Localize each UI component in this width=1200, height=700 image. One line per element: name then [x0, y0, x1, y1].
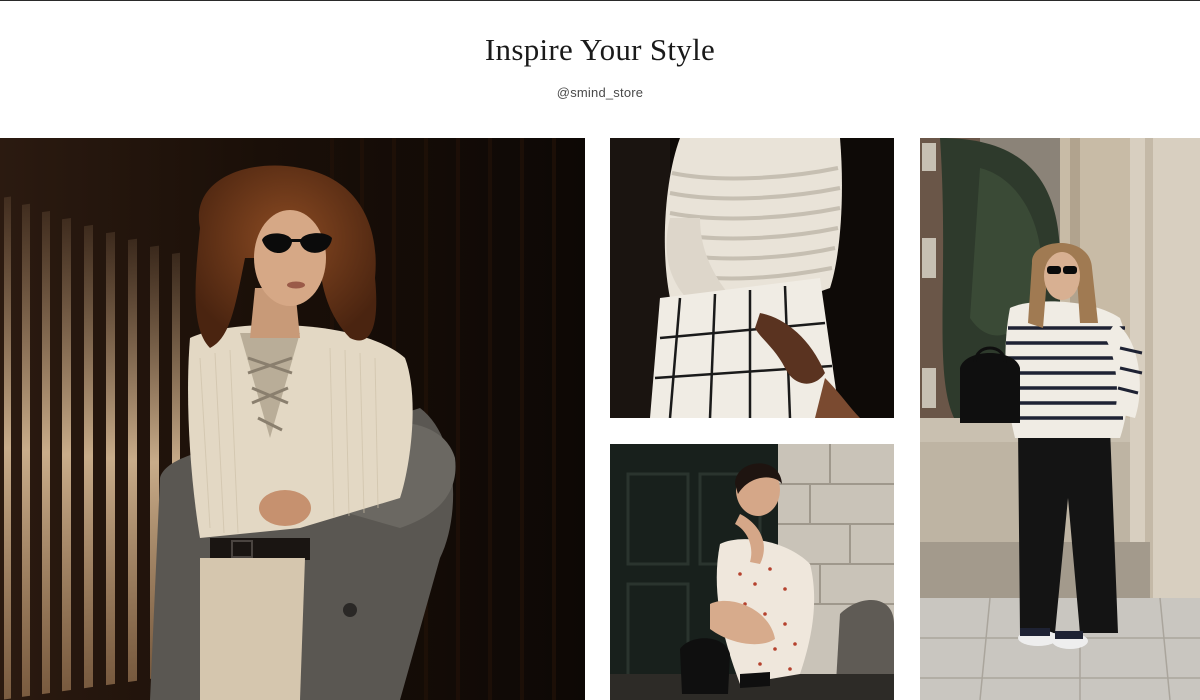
instagram-gallery-section: Inspire Your Style @smind_store: [0, 0, 1200, 700]
top-divider: [0, 0, 1200, 1]
gallery-image-4[interactable]: [920, 138, 1200, 700]
gallery-image-3[interactable]: [610, 444, 894, 700]
woman-curly-hair-lace-up-sweater-photo: [0, 138, 585, 700]
gallery-image-1[interactable]: [0, 138, 585, 700]
woman-striped-sweater-black-trousers-photo: [920, 138, 1200, 700]
striped-light-sweater-plaid-skirt-photo: [610, 138, 894, 418]
section-title: Inspire Your Style: [484, 32, 716, 67]
instagram-handle-link[interactable]: @smind_store: [0, 84, 1200, 102]
gallery-image-2[interactable]: [610, 138, 894, 418]
woman-crouching-polka-dot-dress-photo: [610, 444, 894, 700]
